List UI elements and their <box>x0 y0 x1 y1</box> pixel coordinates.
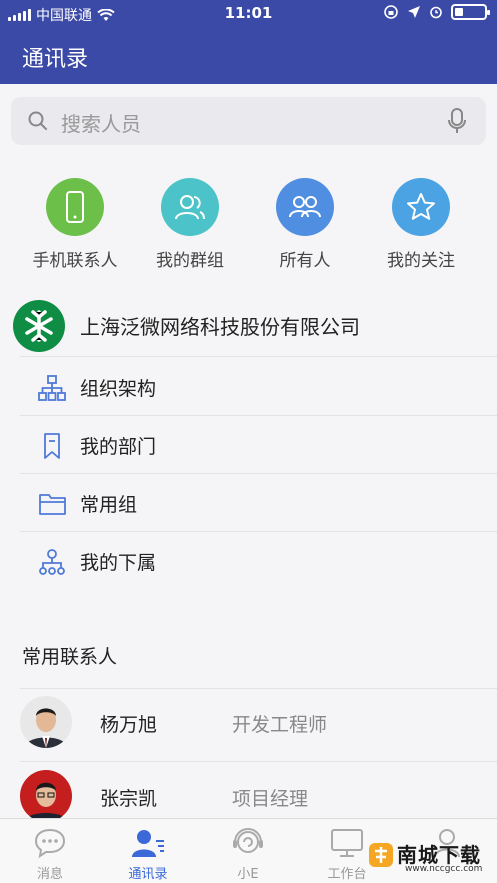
contact-row[interactable]: 杨万旭 开发工程师 <box>0 688 497 760</box>
quick-entry-all-people[interactable]: 所有人 <box>245 178 365 271</box>
watermark: 南城下载 www.nccgcc.com <box>367 837 489 877</box>
page-title: 通讯录 <box>22 47 89 72</box>
microphone-icon[interactable] <box>446 107 468 135</box>
company-logo-mark <box>25 310 53 342</box>
tab-assistant[interactable]: 小E <box>208 825 288 882</box>
org-item-label: 组织架构 <box>80 378 157 400</box>
battery-fill <box>455 8 463 16</box>
org-item-label: 常用组 <box>80 494 138 516</box>
tab-messages[interactable]: 消息 <box>10 825 90 882</box>
people-icon <box>289 196 321 218</box>
status-bar: 中国联通 11:01 <box>0 0 497 28</box>
quick-entry-my-follows[interactable]: 我的关注 <box>361 178 481 271</box>
quick-entry-label: 我的群组 <box>156 251 224 271</box>
org-item-common-groups[interactable]: 常用组 <box>0 474 497 532</box>
org-item-structure[interactable]: 组织架构 <box>0 358 497 416</box>
battery-icon <box>451 4 490 20</box>
bookmark-icon <box>44 433 60 459</box>
watermark-url: www.nccgcc.com <box>405 864 483 874</box>
quick-entry-circle <box>46 178 104 236</box>
watermark-logo-icon <box>369 843 393 867</box>
quick-entry-label: 所有人 <box>279 251 331 271</box>
avatar <box>20 696 72 748</box>
search-icon <box>28 111 47 130</box>
contact-title: 项目经理 <box>232 788 309 810</box>
tab-contacts[interactable]: 通讯录 <box>108 825 188 882</box>
contacts-icon <box>132 830 164 857</box>
quick-entry-phone-contacts[interactable]: 手机联系人 <box>15 178 135 271</box>
phone-icon <box>66 191 84 223</box>
nav-bar: 通讯录 <box>0 28 497 84</box>
quick-entry-circle <box>276 178 334 236</box>
org-item-label: 我的下属 <box>80 552 157 574</box>
orientation-lock-icon <box>384 5 398 19</box>
org-item-my-department[interactable]: 我的部门 <box>0 416 497 474</box>
quick-entry-circle <box>161 178 219 236</box>
assistant-icon <box>233 828 263 853</box>
monitor-icon <box>331 829 363 857</box>
quick-entry-label: 手机联系人 <box>32 251 118 271</box>
company-row[interactable]: 上海泛微网络科技股份有限公司 <box>0 295 497 357</box>
status-right <box>383 4 490 20</box>
frequent-contacts-title: 常用联系人 <box>22 646 118 668</box>
org-item-label: 我的部门 <box>80 436 157 458</box>
contact-title: 开发工程师 <box>232 714 328 736</box>
subordinate-icon <box>39 549 65 575</box>
search-bar[interactable]: 搜索人员 <box>11 97 486 145</box>
search-placeholder: 搜索人员 <box>61 112 141 136</box>
quick-entry-circle <box>392 178 450 236</box>
org-item-subordinates[interactable]: 我的下属 <box>0 532 497 590</box>
avatar <box>20 770 72 822</box>
quick-entry-my-groups[interactable]: 我的群组 <box>130 178 250 271</box>
chat-bubble-icon <box>34 828 66 859</box>
org-chart-icon <box>38 375 66 401</box>
alarm-icon <box>430 6 442 19</box>
group-icon <box>175 195 205 220</box>
quick-entries: 手机联系人 我的群组 所有人 我的关注 <box>0 178 497 278</box>
folder-icon <box>39 494 66 515</box>
tab-label: 小E <box>237 867 259 882</box>
contact-name: 杨万旭 <box>100 714 158 736</box>
location-icon <box>408 6 420 18</box>
contact-name: 张宗凯 <box>100 788 158 810</box>
quick-entry-label: 我的关注 <box>387 251 455 271</box>
star-icon <box>407 193 435 220</box>
company-name: 上海泛微网络科技股份有限公司 <box>80 315 360 339</box>
company-logo <box>13 300 65 352</box>
tab-label: 通讯录 <box>128 867 168 882</box>
tab-label: 消息 <box>36 867 63 882</box>
divider <box>20 356 497 357</box>
